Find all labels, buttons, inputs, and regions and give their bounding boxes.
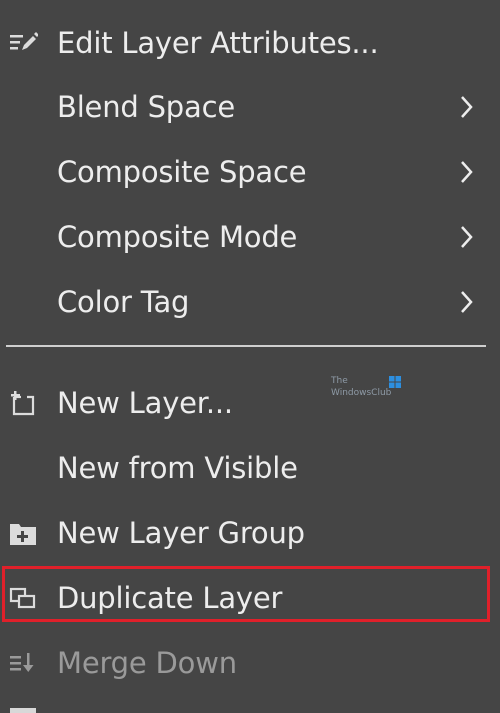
highlight-box xyxy=(2,566,490,622)
menu-item-label: New from Visible xyxy=(57,451,298,485)
edit-attributes-icon xyxy=(8,28,38,58)
menu-separator xyxy=(6,345,486,347)
new-layer-icon xyxy=(8,388,38,418)
merge-down-icon xyxy=(8,648,38,678)
menu-item-merge-down[interactable]: Merge Down xyxy=(0,634,494,692)
new-layer-group-icon xyxy=(8,518,38,548)
menu-item-label: Blend Space xyxy=(57,90,235,124)
menu-item-label: New Layer Group xyxy=(57,516,305,550)
watermark: The WindowsClub xyxy=(331,376,411,402)
layer-context-menu: Edit Layer Attributes... Blend Space Com… xyxy=(0,0,500,713)
menu-item-new-layer-group[interactable]: New Layer Group xyxy=(0,504,494,562)
menu-item-label: Composite Mode xyxy=(57,220,298,254)
menu-item-new-layer[interactable]: New Layer... xyxy=(0,374,494,432)
chevron-right-icon xyxy=(458,222,476,252)
chevron-right-icon xyxy=(458,92,476,122)
chevron-right-icon xyxy=(458,287,476,317)
menu-item-label: New Layer... xyxy=(57,386,233,420)
menu-item-color-tag[interactable]: Color Tag xyxy=(0,273,494,331)
watermark-line2: WindowsClub xyxy=(331,388,392,398)
chevron-right-icon xyxy=(458,157,476,187)
menu-item-edit-layer-attributes[interactable]: Edit Layer Attributes... xyxy=(0,14,494,72)
menu-item-label: Composite Space xyxy=(57,155,307,189)
next-item-icon-partial xyxy=(10,708,36,713)
menu-item-composite-space[interactable]: Composite Space xyxy=(0,143,494,201)
menu-item-composite-mode[interactable]: Composite Mode xyxy=(0,208,494,266)
menu-item-label: Color Tag xyxy=(57,285,190,319)
windows-logo-icon xyxy=(389,376,401,388)
menu-item-blend-space[interactable]: Blend Space xyxy=(0,78,494,136)
menu-item-new-from-visible[interactable]: New from Visible xyxy=(0,439,494,497)
menu-item-label: Edit Layer Attributes... xyxy=(57,26,379,60)
watermark-line1: The xyxy=(331,376,348,386)
menu-item-label: Merge Down xyxy=(57,646,237,680)
